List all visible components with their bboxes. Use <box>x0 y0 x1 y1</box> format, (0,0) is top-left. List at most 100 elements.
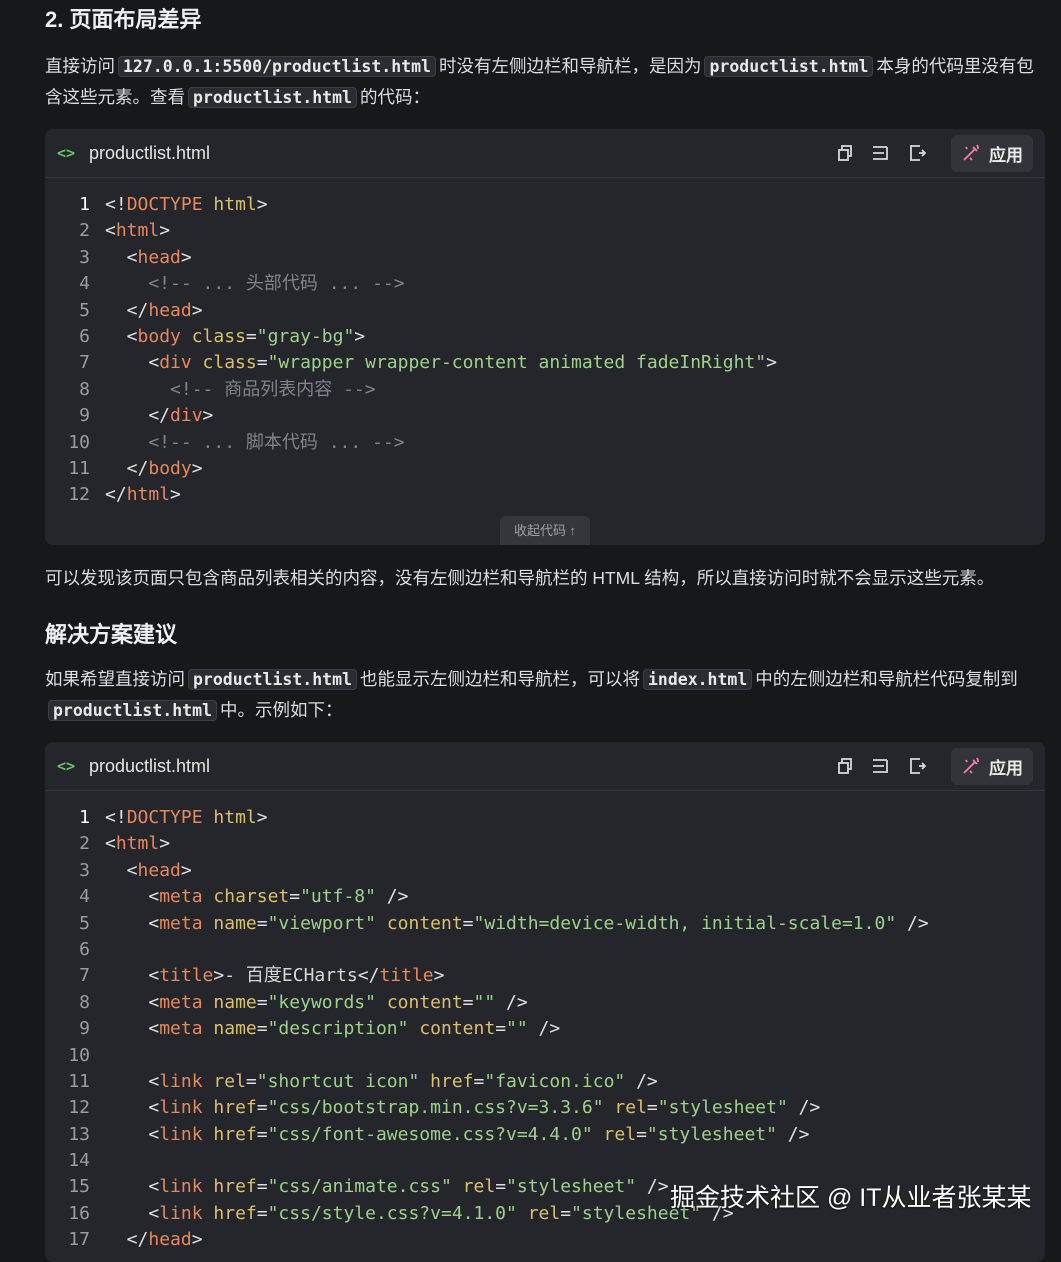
watermark: 掘金技术社区 @ IT从业者张某某 <box>670 1184 1032 1212</box>
code-line: 11 <link rel="shortcut icon" href="favic… <box>45 1069 1045 1095</box>
insert-file-icon[interactable] <box>907 143 927 163</box>
line-number: 12 <box>68 1097 90 1119</box>
wrap-lines-icon[interactable] <box>871 756 891 776</box>
code-token: class <box>202 352 257 374</box>
paragraph-text: 的代码： <box>359 87 430 107</box>
code-token: < <box>105 352 160 374</box>
code-token: = <box>560 1202 572 1224</box>
line-number: 5 <box>79 299 90 321</box>
line-number: 4 <box>79 273 90 295</box>
code-token: <! <box>105 807 127 828</box>
code-line: 6 <body class="gray-bg"> <box>45 324 1045 350</box>
code-line: 5 <meta name="viewport" content="width=d… <box>45 911 1045 937</box>
code-token: < <box>105 886 160 908</box>
code-token: = <box>495 1176 507 1198</box>
line-number: 11 <box>68 1070 90 1092</box>
collapse-code-button[interactable]: 收起代码 ↑ <box>499 516 591 545</box>
code-token: = <box>256 912 268 934</box>
code-token: </ <box>105 299 149 321</box>
copy-icon[interactable] <box>835 756 855 776</box>
code-token: div <box>159 352 192 374</box>
code-token: = <box>256 1018 268 1040</box>
code-line: 9 </div> <box>45 403 1045 429</box>
inline-code: productlist.html <box>188 87 357 108</box>
code-token: class <box>191 325 246 347</box>
code-token: body <box>148 457 192 479</box>
copy-icon[interactable] <box>835 143 855 163</box>
inline-code: productlist.html <box>48 700 217 721</box>
code-token: content <box>386 912 463 934</box>
code-token: "css/font-awesome.css?v=4.4.0" <box>267 1123 593 1145</box>
inline-code: productlist.html <box>704 56 874 77</box>
code-token: content <box>419 1018 496 1040</box>
paragraph-text: 中。示例如下： <box>219 700 343 720</box>
code-token: = <box>462 991 474 1013</box>
inline-code: 127.0.0.1:5500/productlist.html <box>118 56 436 77</box>
code-token: /> <box>375 886 409 908</box>
code-token: <! <box>105 194 127 215</box>
apply-label: 应用 <box>989 145 1023 165</box>
code-token: /> <box>787 1097 821 1119</box>
code-token: href <box>213 1202 257 1224</box>
code-token: head <box>137 246 181 268</box>
code-token: "" <box>506 1018 528 1040</box>
code-line: 6 <box>45 937 1045 963</box>
wrap-lines-icon[interactable] <box>871 143 891 163</box>
code-filename: productlist.html <box>89 142 211 163</box>
paragraph-intro: 直接访问 127.0.0.1:5500/productlist.html 时没有左侧… <box>45 51 1045 113</box>
magic-wand-icon <box>963 144 979 161</box>
code-line: 8 <meta name="keywords" content="" /> <box>45 990 1045 1016</box>
code-token: "stylesheet" <box>506 1176 637 1198</box>
code-token: href <box>213 1176 257 1198</box>
code-token: /> <box>896 912 929 934</box>
code-token: < <box>105 220 116 242</box>
line-number: 3 <box>79 246 90 268</box>
code-token: "viewport" <box>267 912 376 934</box>
code-line: 5 </head> <box>45 298 1045 324</box>
code-token: /> <box>527 1018 561 1040</box>
code-token: "css/animate.css" <box>267 1176 452 1198</box>
code-token: = <box>245 1070 257 1092</box>
code-token: "width=device-width, initial-scale=1.0" <box>473 912 897 934</box>
code-token: "description" <box>267 1018 409 1040</box>
code-token: "favicon.ico" <box>484 1070 626 1092</box>
code-token: > <box>202 405 214 427</box>
code-token: = <box>256 352 268 374</box>
code-token: < <box>105 965 160 987</box>
code-token: name <box>213 912 257 934</box>
code-content: 1 <!DOCTYPE html> 2 <html> 3 <head> 4 <!-- ..… <box>45 178 1045 509</box>
code-line: 12 </html> <box>45 482 1045 508</box>
apply-button[interactable]: 应用 <box>951 134 1033 172</box>
code-token: "css/bootstrap.min.css?v=3.3.6" <box>267 1097 604 1119</box>
line-number: 1 <box>79 194 90 215</box>
code-token: = <box>256 1202 268 1224</box>
code-token: < <box>105 1070 160 1092</box>
code-line: 11 </body> <box>45 456 1045 482</box>
code-token: content <box>386 991 463 1013</box>
line-number: 13 <box>68 1123 90 1145</box>
code-token: head <box>148 1229 192 1251</box>
code-token: "stylesheet" <box>646 1123 777 1145</box>
code-line: 10 <box>45 1043 1045 1069</box>
code-token: div <box>170 405 203 427</box>
code-token: charset <box>213 886 290 908</box>
code-token: > <box>213 965 225 987</box>
code-token: </ <box>105 457 149 479</box>
magic-wand-icon <box>963 757 979 774</box>
code-line: 9 <meta name="description" content="" /> <box>45 1016 1045 1042</box>
line-number: 6 <box>79 938 90 960</box>
code-token: html <box>213 807 257 828</box>
code-token: > <box>191 299 203 321</box>
apply-button[interactable]: 应用 <box>951 747 1033 785</box>
insert-file-icon[interactable] <box>907 756 927 776</box>
code-token: body <box>137 325 181 347</box>
